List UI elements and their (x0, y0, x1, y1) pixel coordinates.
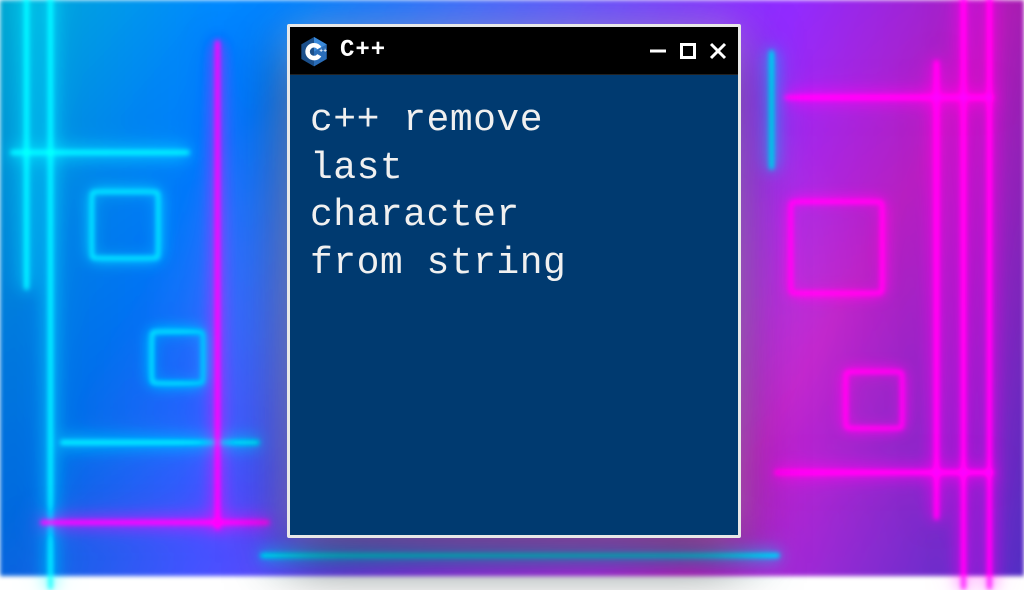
terminal-window: + + C++ c++ remove last character from s… (287, 24, 741, 538)
svg-text:+: + (323, 48, 327, 54)
cpp-logo-icon: + + (298, 35, 330, 67)
close-button[interactable] (708, 41, 728, 61)
titlebar[interactable]: + + C++ (290, 27, 738, 75)
window-controls (648, 41, 728, 61)
minimize-button[interactable] (648, 41, 668, 61)
terminal-body: c++ remove last character from string (290, 75, 738, 535)
window-title: C++ (340, 37, 386, 64)
maximize-button[interactable] (678, 41, 698, 61)
terminal-text: c++ remove last character from string (310, 97, 718, 287)
